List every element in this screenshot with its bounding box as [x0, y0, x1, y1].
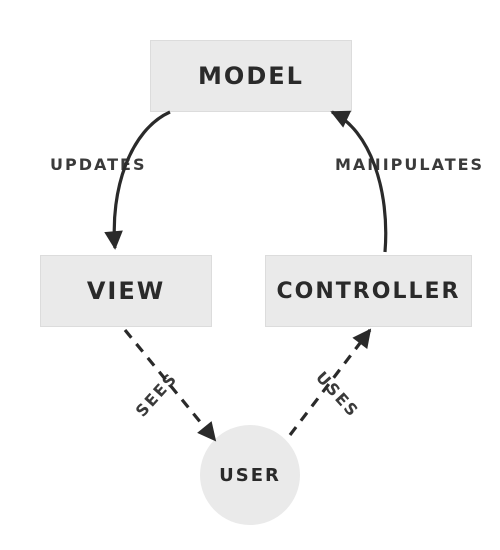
node-view-label: VIEW — [87, 277, 165, 305]
arrow-model-to-view — [114, 112, 170, 248]
node-controller-label: CONTROLLER — [277, 279, 461, 304]
node-view: VIEW — [40, 255, 212, 327]
arrow-controller-to-model — [332, 112, 386, 252]
node-user-label: USER — [219, 465, 281, 486]
mvc-diagram: MODEL VIEW CONTROLLER USER UPDATES MANIP… — [0, 0, 500, 550]
edge-label-sees: SEES — [132, 368, 182, 420]
node-model: MODEL — [150, 40, 352, 112]
edge-label-updates: UPDATES — [50, 155, 147, 174]
node-user: USER — [200, 425, 300, 525]
node-controller: CONTROLLER — [265, 255, 472, 327]
edge-label-manipulates: MANIPULATES — [335, 155, 484, 174]
node-model-label: MODEL — [198, 62, 304, 90]
edge-label-uses: USES — [312, 368, 363, 422]
